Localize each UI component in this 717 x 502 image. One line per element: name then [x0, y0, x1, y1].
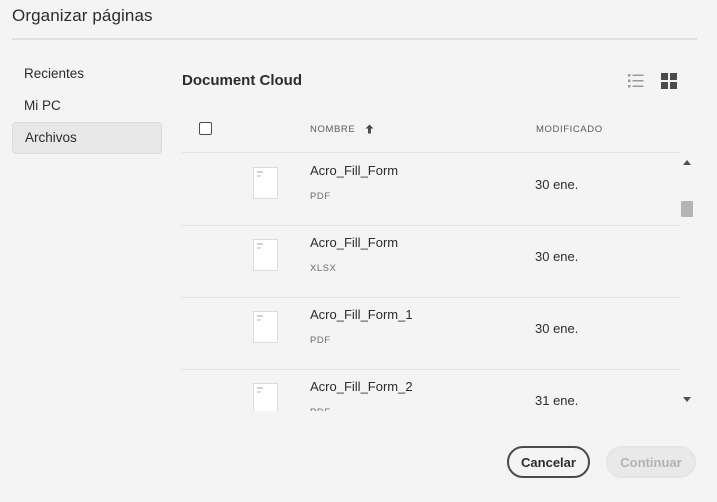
file-modified-date: 31 ene. [535, 393, 579, 408]
file-modified-date: 30 ene. [535, 321, 579, 336]
file-name: Acro_Fill_Form [310, 163, 399, 178]
sidebar: Recientes Mi PC Archivos [12, 58, 162, 154]
cancel-button[interactable]: Cancelar [507, 446, 590, 478]
file-type: PDF [310, 335, 331, 346]
vertical-scrollbar[interactable] [680, 152, 694, 410]
table-row[interactable]: Acro_Fill_Form PDF 30 ene. [182, 153, 680, 226]
column-header-name[interactable]: NOMBRE [310, 124, 374, 137]
scroll-down-icon[interactable] [683, 397, 691, 402]
scroll-thumb[interactable] [681, 201, 693, 217]
continue-button[interactable]: Continuar [606, 446, 696, 478]
location-title: Document Cloud [182, 72, 302, 89]
grid-view-icon[interactable] [660, 72, 678, 90]
file-type: PDF [310, 191, 331, 202]
title-divider [12, 38, 697, 40]
scroll-up-icon[interactable] [683, 160, 691, 165]
column-header-name-label: NOMBRE [310, 124, 356, 135]
dialog-title: Organizar páginas [12, 6, 153, 25]
file-name: Acro_Fill_Form [310, 235, 399, 250]
list-view-icon[interactable] [627, 72, 645, 90]
file-type: XLSX [310, 263, 337, 274]
file-thumbnail [253, 311, 278, 343]
table-row[interactable]: Acro_Fill_Form XLSX 30 ene. [182, 225, 680, 298]
select-all-checkbox[interactable] [199, 122, 212, 135]
file-name: Acro_Fill_Form_2 [310, 379, 413, 394]
file-list: Acro_Fill_Form PDF 30 ene. Acro_Fill_For… [182, 152, 680, 411]
file-modified-date: 30 ene. [535, 249, 579, 264]
file-thumbnail [253, 239, 278, 271]
file-type: PDF [310, 407, 331, 411]
sidebar-item-archivos[interactable]: Archivos [12, 122, 162, 154]
file-name: Acro_Fill_Form_1 [310, 307, 413, 322]
file-thumbnail [253, 167, 278, 199]
file-list-header: NOMBRE MODIFICADO [182, 112, 697, 150]
table-row[interactable]: Acro_Fill_Form_1 PDF 30 ene. [182, 297, 680, 370]
sidebar-item-mi-pc[interactable]: Mi PC [12, 90, 162, 122]
file-modified-date: 30 ene. [535, 177, 579, 192]
column-header-modified: MODIFICADO [536, 124, 603, 135]
sidebar-item-recientes[interactable]: Recientes [12, 58, 162, 90]
file-thumbnail [253, 383, 278, 411]
arrow-up-icon [365, 124, 374, 137]
table-row[interactable]: Acro_Fill_Form_2 PDF 31 ene. [182, 369, 680, 411]
